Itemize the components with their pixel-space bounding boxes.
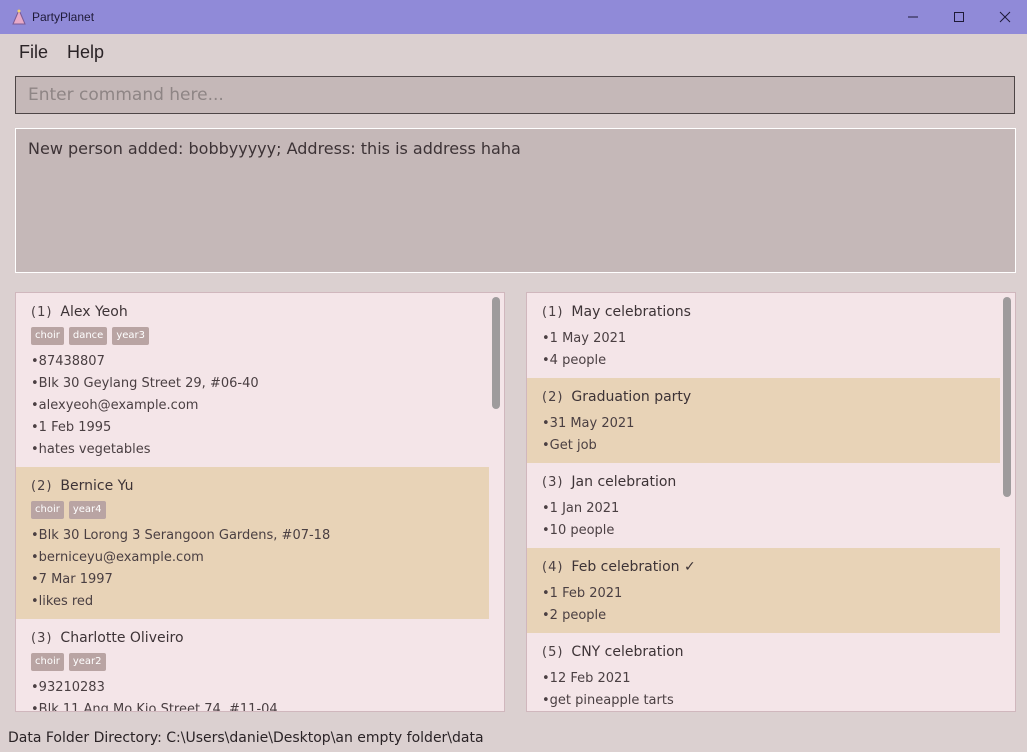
result-display: New person added: bobbyyyyy; Address: th…	[15, 128, 1016, 273]
person-field: •93210283	[31, 680, 105, 695]
tag-badge: year3	[112, 327, 149, 345]
person-name: Bernice Yu	[60, 478, 134, 494]
tag-badge: year4	[68, 501, 106, 519]
person-list: (1) Alex Yeoh choir dance year3 •87438807 •Blk…	[16, 293, 504, 712]
person-list-scrollbar[interactable]	[492, 297, 500, 409]
event-name: May celebrations	[571, 304, 691, 320]
person-name: Charlotte Oliveiro	[60, 630, 184, 646]
event-field: •31 May 2021	[542, 416, 635, 431]
person-field: •Blk 11 Ang Mo Kio Street 74, #11-04	[31, 702, 278, 712]
person-card[interactable]: (2) Bernice Yu choir year4 •Blk 30 Lorong 3 …	[16, 467, 489, 619]
event-card[interactable]: (1) May celebrations •1 May 2021 •4 people	[527, 293, 1000, 378]
person-card-header: (1) Alex Yeoh	[31, 301, 489, 323]
person-index: (1)	[31, 304, 53, 320]
status-bar: Data Folder Directory: C:\Users\danie\De…	[0, 724, 1027, 747]
person-field: •87438807	[31, 354, 105, 369]
event-field: •1 Jan 2021	[542, 501, 620, 516]
tag-badge: dance	[68, 327, 108, 345]
person-index: (3)	[31, 630, 53, 646]
event-index: (1)	[542, 304, 564, 320]
status-text: Data Folder Directory: C:\Users\danie\De…	[8, 730, 484, 746]
event-card-header: (1) May celebrations	[542, 301, 1000, 323]
menu-bar: File Help	[0, 34, 1027, 70]
person-field: •Blk 30 Lorong 3 Serangoon Gardens, #07-…	[31, 528, 331, 543]
person-field: •alexyeoh@example.com	[31, 398, 199, 413]
person-field: •likes red	[31, 594, 94, 609]
event-card[interactable]: (3) Jan celebration •1 Jan 2021 •10 people	[527, 463, 1000, 548]
title-bar: PartyPlanet	[0, 0, 1027, 34]
window-title: PartyPlanet	[32, 10, 95, 24]
event-field: •get pineapple tarts	[542, 693, 674, 708]
person-list-panel[interactable]: (1) Alex Yeoh choir dance year3 •87438807 •Blk…	[15, 292, 505, 712]
event-card[interactable]: (5) CNY celebration •12 Feb 2021 •get pinea…	[527, 633, 1000, 711]
event-field: •4 people	[542, 353, 607, 368]
person-card-header: (2) Bernice Yu	[31, 475, 489, 497]
event-index: (5)	[542, 644, 564, 660]
event-card[interactable]: (4) Feb celebration ✓ •1 Feb 2021 •2 people	[527, 548, 1000, 633]
event-card-header: (3) Jan celebration	[542, 471, 1000, 493]
tag-badge: choir	[31, 501, 64, 519]
person-field: •1 Feb 1995	[31, 420, 112, 435]
event-list-scrollbar[interactable]	[1003, 297, 1011, 497]
event-field: •Get job	[542, 438, 597, 453]
event-field: •2 people	[542, 608, 607, 623]
person-index: (2)	[31, 478, 53, 494]
event-card-header: (2) Graduation party	[542, 386, 1000, 408]
event-name: Feb celebration ✓	[571, 559, 696, 575]
person-card[interactable]: (1) Alex Yeoh choir dance year3 •87438807 •Blk…	[16, 293, 489, 467]
event-index: (3)	[542, 474, 564, 490]
result-text: New person added: bobbyyyyy; Address: th…	[28, 139, 521, 158]
party-hat-icon	[12, 9, 26, 25]
person-field: •berniceyu@example.com	[31, 550, 204, 565]
event-list: (1) May celebrations •1 May 2021 •4 people(…	[527, 293, 1015, 711]
event-index: (2)	[542, 389, 564, 405]
event-field: •1 Feb 2021	[542, 586, 623, 601]
tag-badge: choir	[31, 327, 64, 345]
event-card-header: (5) CNY celebration	[542, 641, 1000, 663]
person-card[interactable]: (3) Charlotte Oliveiro choir year2 •93210283…	[16, 619, 489, 712]
person-tags: choir dance year3	[31, 327, 489, 345]
event-field: •1 May 2021	[542, 331, 627, 346]
event-name: Graduation party	[571, 389, 692, 405]
maximize-icon[interactable]	[936, 0, 982, 34]
command-box	[15, 76, 1015, 114]
event-field: •10 people	[542, 523, 615, 538]
menu-file[interactable]: File	[19, 42, 48, 63]
person-field: •7 Mar 1997	[31, 572, 113, 587]
person-tags: choir year2	[31, 653, 489, 671]
event-name: Jan celebration	[571, 474, 677, 490]
event-name: CNY celebration	[571, 644, 684, 660]
menu-help[interactable]: Help	[67, 42, 104, 63]
tag-badge: year2	[68, 653, 106, 671]
person-field: •Blk 30 Geylang Street 29, #06-40	[31, 376, 259, 391]
command-input[interactable]	[16, 77, 1014, 113]
person-tags: choir year4	[31, 501, 489, 519]
event-card[interactable]: (2) Graduation party •31 May 2021 •Get job	[527, 378, 1000, 463]
event-field: •12 Feb 2021	[542, 671, 631, 686]
event-index: (4)	[542, 559, 564, 575]
minimize-icon[interactable]	[890, 0, 936, 34]
person-field: •hates vegetables	[31, 442, 151, 457]
tag-badge: choir	[31, 653, 64, 671]
event-list-panel[interactable]: (1) May celebrations •1 May 2021 •4 people(…	[526, 292, 1016, 712]
person-name: Alex Yeoh	[60, 304, 128, 320]
close-icon[interactable]	[982, 0, 1027, 34]
event-card-header: (4) Feb celebration ✓	[542, 556, 1000, 578]
person-card-header: (3) Charlotte Oliveiro	[31, 627, 489, 649]
